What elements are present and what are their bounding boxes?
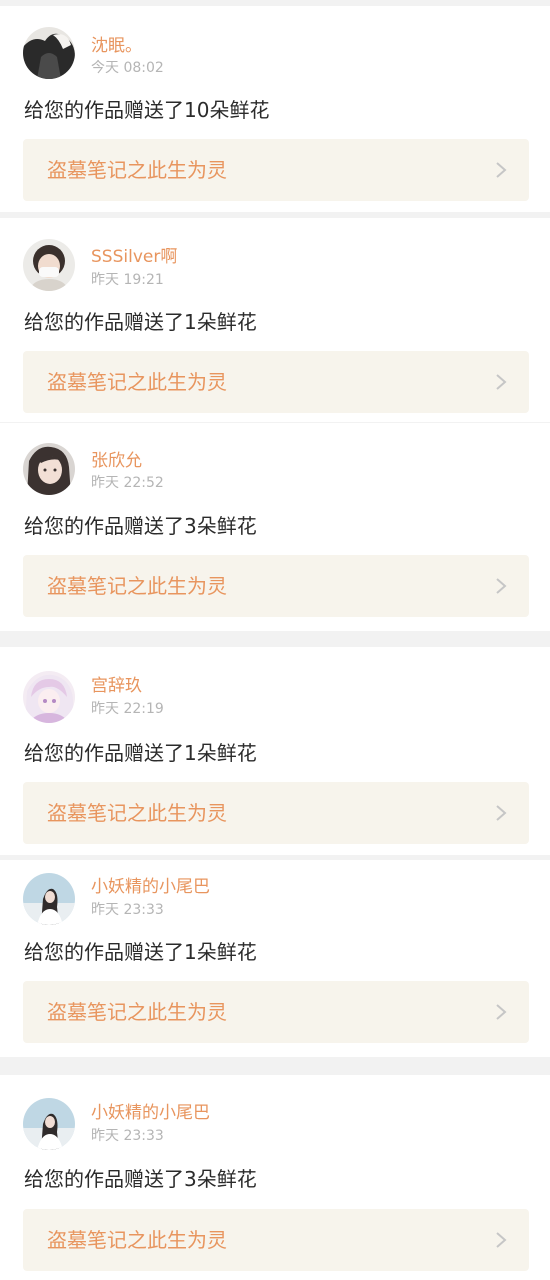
user-avatar[interactable] [23, 671, 75, 723]
notification-card: 张欣允 昨天 22:52 给您的作品赠送了3朵鲜花 盗墓笔记之此生为灵 [0, 423, 550, 631]
gift-message: 给您的作品赠送了1朵鲜花 [24, 310, 257, 334]
notification-card: 小妖精的小尾巴 昨天 23:33 给您的作品赠送了1朵鲜花 盗墓笔记之此生为灵 [0, 860, 550, 1057]
avatar-girl-sky-icon [23, 873, 75, 925]
work-link[interactable]: 盗墓笔记之此生为灵 [23, 1209, 529, 1271]
chevron-right-icon [496, 374, 507, 390]
work-link[interactable]: 盗墓笔记之此生为灵 [23, 139, 529, 201]
timestamp: 今天 08:02 [91, 60, 164, 76]
timestamp: 昨天 23:33 [91, 902, 164, 918]
username[interactable]: 沈眠。 [91, 36, 142, 56]
chevron-right-icon [496, 805, 507, 821]
work-link[interactable]: 盗墓笔记之此生为灵 [23, 351, 529, 413]
username[interactable]: 张欣允 [91, 451, 142, 471]
gift-message: 给您的作品赠送了3朵鲜花 [24, 1167, 257, 1191]
notification-card: 小妖精的小尾巴 昨天 23:33 给您的作品赠送了3朵鲜花 盗墓笔记之此生为灵 [0, 1075, 550, 1280]
work-title: 盗墓笔记之此生为灵 [47, 158, 227, 182]
avatar-girl-portrait-icon [23, 443, 75, 495]
chevron-right-icon [496, 578, 507, 594]
gift-message: 给您的作品赠送了3朵鲜花 [24, 514, 257, 538]
avatar-dark-photo-icon [23, 27, 75, 79]
gift-message: 给您的作品赠送了1朵鲜花 [24, 741, 257, 765]
user-avatar[interactable] [23, 443, 75, 495]
avatar-girl-sky-icon [23, 1098, 75, 1150]
user-avatar[interactable] [23, 27, 75, 79]
work-title: 盗墓笔记之此生为灵 [47, 801, 227, 825]
chevron-right-icon [496, 162, 507, 178]
chevron-right-icon [496, 1004, 507, 1020]
work-link[interactable]: 盗墓笔记之此生为灵 [23, 782, 529, 844]
gift-message: 给您的作品赠送了10朵鲜花 [24, 98, 270, 122]
notification-card: 宫辞玖 昨天 22:19 给您的作品赠送了1朵鲜花 盗墓笔记之此生为灵 [0, 647, 550, 855]
timestamp: 昨天 22:19 [91, 701, 164, 717]
user-avatar[interactable] [23, 1098, 75, 1150]
username[interactable]: 小妖精的小尾巴 [91, 1103, 210, 1123]
user-avatar[interactable] [23, 873, 75, 925]
work-title: 盗墓笔记之此生为灵 [47, 370, 227, 394]
user-avatar[interactable] [23, 239, 75, 291]
work-title: 盗墓笔记之此生为灵 [47, 1228, 227, 1252]
username[interactable]: SSSilver啊 [91, 247, 177, 267]
work-title: 盗墓笔记之此生为灵 [47, 1000, 227, 1024]
timestamp: 昨天 23:33 [91, 1128, 164, 1144]
timestamp: 昨天 19:21 [91, 272, 164, 288]
username[interactable]: 宫辞玖 [91, 676, 142, 696]
notification-card: 沈眠。 今天 08:02 给您的作品赠送了10朵鲜花 盗墓笔记之此生为灵 [0, 6, 550, 212]
notification-card: SSSilver啊 昨天 19:21 给您的作品赠送了1朵鲜花 盗墓笔记之此生为… [0, 218, 550, 422]
chevron-right-icon [496, 1232, 507, 1248]
gift-message: 给您的作品赠送了1朵鲜花 [24, 940, 257, 964]
timestamp: 昨天 22:52 [91, 475, 164, 491]
avatar-anime-girl-icon [23, 671, 75, 723]
avatar-masked-face-icon [23, 239, 75, 291]
username[interactable]: 小妖精的小尾巴 [91, 877, 210, 897]
work-link[interactable]: 盗墓笔记之此生为灵 [23, 555, 529, 617]
work-link[interactable]: 盗墓笔记之此生为灵 [23, 981, 529, 1043]
work-title: 盗墓笔记之此生为灵 [47, 574, 227, 598]
